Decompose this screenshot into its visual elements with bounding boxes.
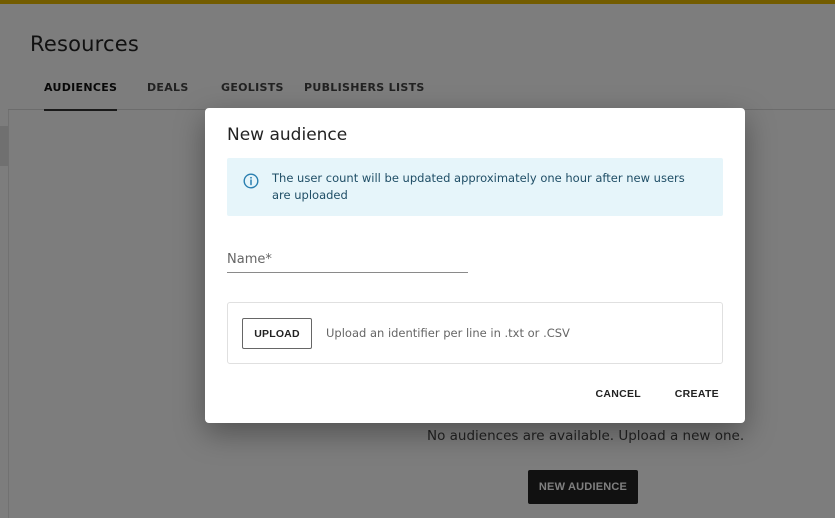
info-text: The user count will be updated approxima… <box>272 171 685 202</box>
upload-hint: Upload an identifier per line in .txt or… <box>326 326 570 340</box>
create-button[interactable]: CREATE <box>669 379 725 409</box>
name-field <box>227 246 468 273</box>
name-input[interactable] <box>227 248 468 270</box>
info-icon <box>243 173 259 189</box>
new-audience-dialog: New audience The user count will be upda… <box>205 108 745 423</box>
dialog-title: New audience <box>227 125 348 145</box>
cancel-button[interactable]: CANCEL <box>589 379 647 409</box>
upload-area: UPLOAD Upload an identifier per line in … <box>227 302 723 364</box>
upload-button[interactable]: UPLOAD <box>242 318 312 349</box>
info-banner: The user count will be updated approxima… <box>227 158 723 216</box>
